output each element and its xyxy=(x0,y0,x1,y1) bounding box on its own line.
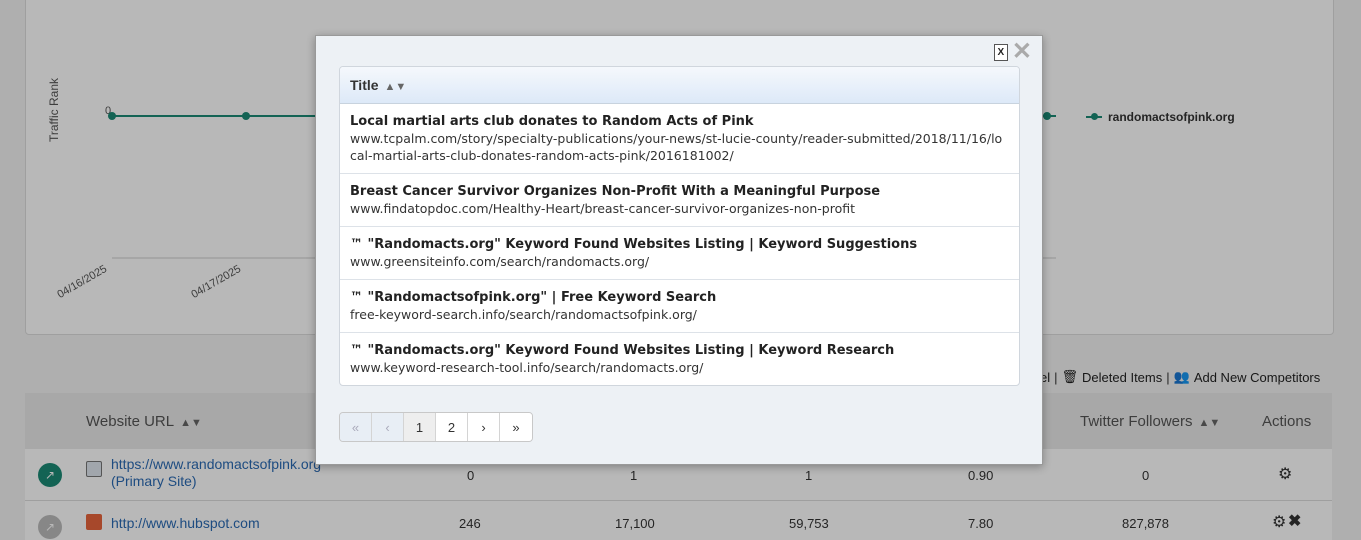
mentions-modal: X ✕ Title ▲▼ Local martial arts club dona… xyxy=(315,35,1043,465)
result-item[interactable]: ™ "Randomactsofpink.org" | Free Keyword … xyxy=(340,280,1019,333)
close-icon[interactable]: ✕ xyxy=(1012,40,1032,64)
result-title[interactable]: Local martial arts club donates to Rando… xyxy=(350,113,1009,130)
prev-page-button[interactable]: ‹ xyxy=(372,413,404,441)
page-1-button[interactable]: 1 xyxy=(404,413,436,441)
result-item[interactable]: ™ "Randomacts.org" Keyword Found Website… xyxy=(340,227,1019,280)
pagination: « ‹ 1 2 › » xyxy=(339,412,533,442)
excel-export-icon[interactable]: X xyxy=(993,43,1008,61)
modal-tools: X ✕ xyxy=(993,40,1032,64)
result-title[interactable]: ™ "Randomactsofpink.org" | Free Keyword … xyxy=(350,289,1009,306)
result-title[interactable]: ™ "Randomacts.org" Keyword Found Website… xyxy=(350,236,1009,253)
result-url[interactable]: www.keyword-research-tool.info/search/ra… xyxy=(350,359,1009,376)
last-page-button[interactable]: » xyxy=(500,413,532,441)
next-page-button[interactable]: › xyxy=(468,413,500,441)
sort-icon: ▲▼ xyxy=(384,81,407,93)
result-title[interactable]: Breast Cancer Survivor Organizes Non-Pro… xyxy=(350,183,1009,200)
results-table: Title ▲▼ Local martial arts club donates … xyxy=(339,66,1020,386)
title-column-header[interactable]: Title ▲▼ xyxy=(340,67,1019,104)
result-item[interactable]: Breast Cancer Survivor Organizes Non-Pro… xyxy=(340,174,1019,227)
result-url[interactable]: free-keyword-search.info/search/randomac… xyxy=(350,306,1009,323)
result-url[interactable]: www.greensiteinfo.com/search/randomacts.… xyxy=(350,253,1009,270)
result-item[interactable]: ™ "Randomacts.org" Keyword Found Website… xyxy=(340,333,1019,385)
first-page-button[interactable]: « xyxy=(340,413,372,441)
result-item[interactable]: Local martial arts club donates to Rando… xyxy=(340,104,1019,174)
result-url[interactable]: www.findatopdoc.com/Healthy-Heart/breast… xyxy=(350,200,1009,217)
result-title[interactable]: ™ "Randomacts.org" Keyword Found Website… xyxy=(350,342,1009,359)
page-2-button[interactable]: 2 xyxy=(436,413,468,441)
result-url[interactable]: www.tcpalm.com/story/specialty-publicati… xyxy=(350,130,1009,164)
